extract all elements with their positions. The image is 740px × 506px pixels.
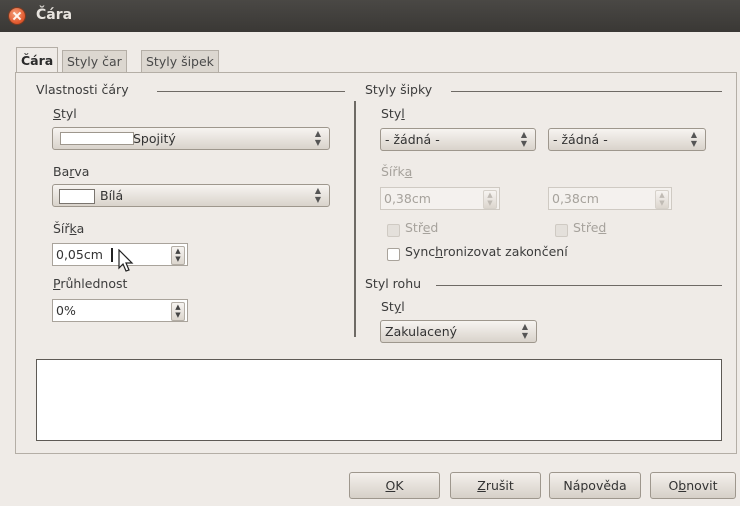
line-preview (36, 359, 722, 441)
arrow-end-style-value: - žádná - (553, 132, 608, 147)
spin-buttons[interactable]: ▲ ▼ (171, 246, 185, 265)
line-width-value: 0,05cm (56, 247, 103, 262)
arrow-end-center-checkbox[interactable] (555, 224, 568, 237)
corner-style-value: Zakulacený (385, 324, 458, 339)
arrow-start-center-label: Střed (405, 220, 439, 235)
line-style-value: Spojitý (133, 131, 176, 146)
spin-buttons: ▲ ▼ (655, 190, 669, 209)
arrow-start-width-value: 0,38cm (384, 191, 431, 206)
cancel-button[interactable]: Zrušit (450, 472, 541, 499)
text-cursor (111, 248, 113, 262)
corner-style-dropdown[interactable]: Zakulacený ▲ ▼ (380, 320, 537, 343)
section-title-arrow-styles: Styly šipky (365, 82, 433, 97)
arrow-start-width-spinbox[interactable]: 0,38cm ▲ ▼ (380, 187, 500, 210)
arrow-start-style-dropdown[interactable]: - žádná - ▲ ▼ (380, 128, 536, 151)
arrow-end-center-label: Střed (573, 220, 607, 235)
color-swatch (59, 189, 95, 204)
line-style-preview (60, 132, 134, 145)
line-style-dropdown[interactable]: Spojitý ▲ ▼ (52, 127, 330, 150)
mouse-pointer-icon (118, 249, 134, 272)
arrow-start-style-value: - žádná - (385, 132, 440, 147)
vertical-divider (354, 101, 356, 337)
spin-buttons: ▲ ▼ (483, 190, 497, 209)
line-color-value: Bílá (100, 188, 124, 203)
section-divider (451, 91, 722, 92)
reset-button[interactable]: Obnovit (650, 472, 736, 499)
sync-ends-checkbox[interactable] (387, 248, 400, 261)
width-label: Šířka (53, 221, 85, 236)
chevron-updown-icon: ▲ ▼ (520, 130, 527, 148)
spin-buttons[interactable]: ▲ ▼ (171, 302, 185, 321)
color-label: Barva (53, 164, 90, 179)
arrow-end-style-dropdown[interactable]: - žádná - ▲ ▼ (548, 128, 706, 151)
close-icon[interactable] (9, 8, 25, 24)
chevron-updown-icon: ▲ ▼ (521, 322, 528, 340)
help-button[interactable]: Nápověda (549, 472, 641, 499)
sync-ends-label: Synchronizovat zakončení (405, 244, 568, 259)
section-title-corner-style: Styl rohu (365, 276, 422, 291)
title-bar: Čára (0, 0, 740, 32)
arrow-start-center-checkbox[interactable] (387, 224, 400, 237)
chevron-updown-icon: ▲ ▼ (690, 130, 697, 148)
tab-line-styles[interactable]: Styly čar (62, 50, 127, 73)
chevron-updown-icon: ▲ ▼ (314, 186, 321, 204)
arrow-end-width-spinbox[interactable]: 0,38cm ▲ ▼ (548, 187, 672, 210)
window-title: Čára (36, 7, 73, 23)
section-title-line-properties: Vlastnosti čáry (36, 82, 129, 97)
transparency-spinbox[interactable]: 0% ▲ ▼ (52, 299, 188, 322)
section-divider (436, 285, 722, 286)
tab-line[interactable]: Čára (16, 47, 59, 73)
arrow-style-label: Styl (381, 106, 405, 121)
arrow-end-width-value: 0,38cm (552, 191, 599, 206)
line-color-dropdown[interactable]: Bílá ▲ ▼ (52, 184, 330, 207)
arrow-width-label: Šířka (381, 164, 413, 179)
section-divider (157, 91, 345, 92)
transparency-label: Průhlednost (53, 276, 128, 291)
ok-button[interactable]: OK (349, 472, 440, 499)
tab-arrow-styles[interactable]: Styly šipek (141, 50, 219, 73)
style-label: Styl (53, 106, 77, 121)
transparency-value: 0% (56, 303, 76, 318)
corner-style-label: Styl (381, 299, 405, 314)
chevron-updown-icon: ▲ ▼ (314, 129, 321, 147)
